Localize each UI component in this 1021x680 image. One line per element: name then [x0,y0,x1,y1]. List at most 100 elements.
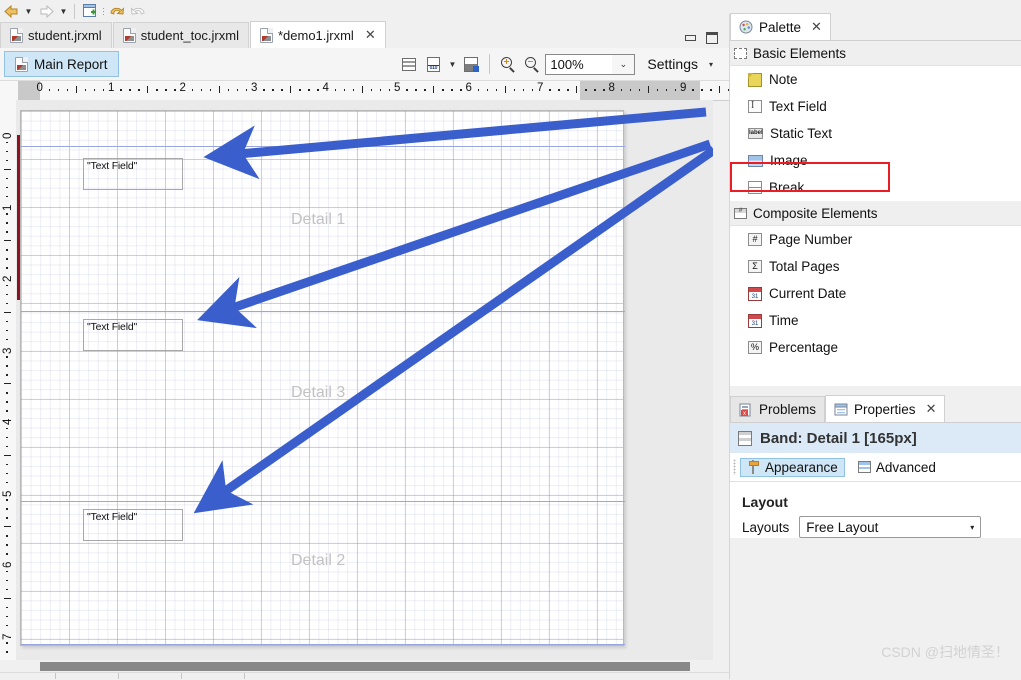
back-button[interactable] [0,1,22,21]
ruler-tick [66,89,69,91]
palette-item-static-text[interactable]: label Static Text [730,120,1021,147]
ruler-tick [442,89,444,91]
palette-item-total-pages[interactable]: Σ Total Pages [730,253,1021,280]
subtab-appearance[interactable]: Appearance [740,457,845,477]
close-icon[interactable]: ✕ [811,19,822,35]
ruler-tick [4,597,11,599]
zoom-input[interactable] [546,54,613,74]
layouts-select[interactable]: Free Layout ▾ [799,516,982,538]
dataset-dropdown-caret[interactable]: ▼ [446,60,458,69]
dataset-icon: 010 [426,56,440,72]
back-dropdown-caret[interactable]: ▼ [22,7,35,16]
sigma-icon: Σ [748,260,762,273]
ruler-tick-label: 2 [2,275,14,282]
band-separator [21,146,625,147]
palette-item-page-number[interactable]: # Page Number [730,226,1021,253]
ruler-tick [191,89,194,91]
zoom-out-button[interactable] [521,53,543,75]
design-canvas[interactable]: "Text Field" "Text Field" "Text Field" D… [16,100,713,660]
ruler-tick [6,427,8,430]
properties-tab-label: Properties [854,401,916,417]
settings-button[interactable]: Settings ▾ [637,56,723,72]
palette-tab-strip: Palette ✕ [730,13,1021,40]
ruler-tick [93,89,96,91]
new-file-button[interactable] [79,1,101,21]
ruler-tick [227,89,230,91]
palette-item-note[interactable]: Note [730,66,1021,93]
text-field-element[interactable]: "Text Field" [83,509,183,541]
zoom-in-button[interactable] [497,53,519,75]
band-label-detail-3: Detail 3 [291,384,346,401]
editor-tab-student-toc[interactable]: student_toc.jrxml [112,22,249,48]
minimize-icon[interactable] [685,35,696,41]
zoom-combo[interactable]: ⌄ [545,53,636,75]
properties-tab-strip: x Problems Properties ✕ [730,395,1021,422]
ruler-tick-label: 6 [465,82,472,94]
chevron-down-icon[interactable]: ⌄ [612,54,635,74]
layouts-field-row: Layouts Free Layout ▾ [730,516,1021,538]
band-list-button[interactable] [398,53,420,75]
ruler-tick [647,86,649,93]
ruler-tick [370,89,373,91]
ruler-tick [281,89,283,91]
text-field-element[interactable]: "Text Field" [83,158,183,190]
problems-icon: x [739,403,751,417]
tab-palette[interactable]: Palette ✕ [730,13,831,40]
band-label-detail-2: Detail 2 [291,552,346,569]
ruler-tick [6,374,8,376]
editor-tab-label: *demo1.jrxml [277,27,354,43]
dataset-button[interactable]: 010 [422,53,444,75]
composite-elements-group-icon: # [734,207,747,219]
palette-item-percentage[interactable]: % Percentage [730,334,1021,361]
tab-properties[interactable]: Properties ✕ [825,395,946,422]
ruler-tick [334,89,337,91]
ruler-tick [236,89,239,91]
ruler-tick [4,168,11,170]
palette-item-image[interactable]: Image [730,147,1021,174]
palette-item-label: Page Number [769,232,853,247]
ruler-tick [209,89,212,91]
scrollbar-thumb[interactable] [40,662,690,671]
ruler-tick [174,89,176,91]
close-icon[interactable]: ✕ [926,401,937,417]
text-field-element[interactable]: "Text Field" [83,319,183,351]
editor-tab-demo1[interactable]: *demo1.jrxml ✕ [249,21,386,48]
palette-item-label: Text Field [769,99,827,114]
ruler-tick-label: 0 [2,132,14,139]
report-page[interactable]: "Text Field" "Text Field" "Text Field" D… [20,110,625,646]
ruler-tick [218,86,220,93]
redo-button[interactable] [127,1,149,21]
palette-item-break[interactable]: Break [730,174,1021,201]
ruler-tick [299,89,301,91]
palette-item-time[interactable]: 31 Time [730,307,1021,334]
ruler-tick [6,159,8,162]
chevron-down-icon[interactable]: ▾ [705,60,717,69]
undo-button[interactable] [105,1,127,21]
forward-dropdown-caret[interactable]: ▼ [57,7,70,16]
jrxml-file-icon [259,27,273,43]
ruler-tick [406,89,408,91]
break-icon [748,181,762,194]
drag-handle[interactable] [733,459,736,475]
ruler-tick [6,570,8,573]
new-file-icon [83,4,96,17]
canvas-horizontal-scrollbar[interactable] [16,660,729,672]
palette-group-basic-elements[interactable]: Basic Elements [730,41,1021,66]
ruler-tick [120,89,122,91]
compile-button[interactable] [460,53,482,75]
main-report-tab[interactable]: Main Report [4,51,119,77]
palette-item-current-date[interactable]: 31 Current Date [730,280,1021,307]
ruler-tick [486,89,489,91]
close-icon[interactable]: ✕ [365,27,376,43]
ruler-tick [317,89,319,91]
editor-tab-student[interactable]: student.jrxml [0,22,112,48]
vertical-ruler: 0 1 2 3 4 5 6 7 [0,100,17,660]
tab-problems[interactable]: x Problems [730,396,826,422]
ruler-tick [531,89,534,91]
subtab-advanced[interactable]: Advanced [851,458,943,477]
palette-group-composite-elements[interactable]: # Composite Elements [730,201,1021,226]
status-bar-cells [55,673,307,679]
palette-item-text-field[interactable]: Text Field [730,93,1021,120]
maximize-icon[interactable] [706,32,718,44]
forward-button[interactable] [35,1,57,21]
